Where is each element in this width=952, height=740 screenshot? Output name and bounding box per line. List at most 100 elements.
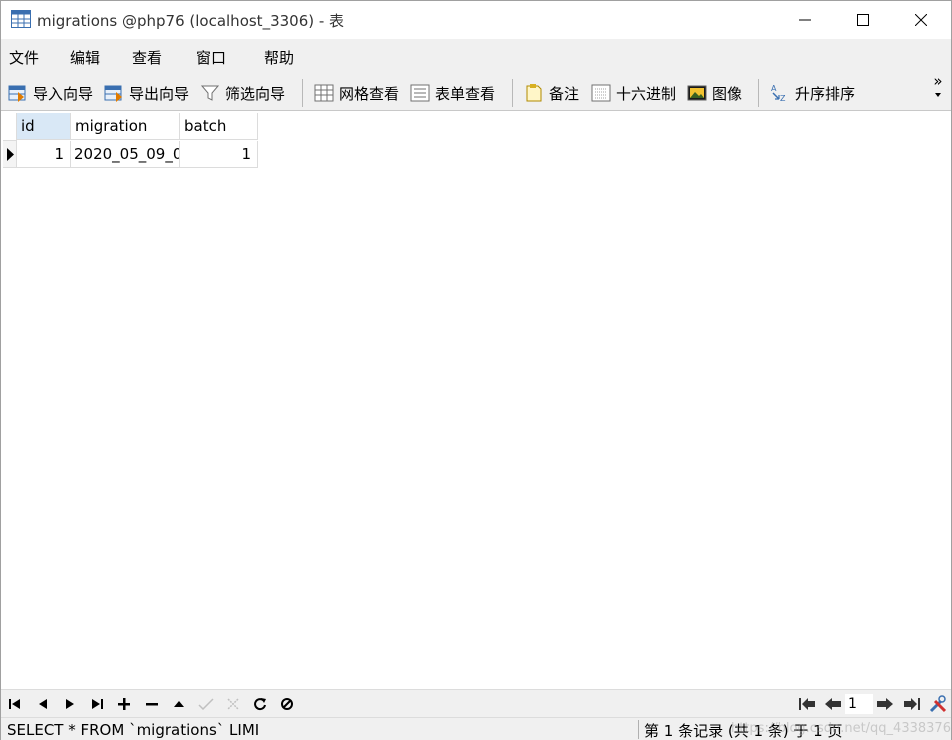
prev-record-icon — [39, 699, 47, 709]
menu-help[interactable]: 帮助 — [264, 47, 294, 68]
prev-record-button[interactable] — [33, 694, 53, 714]
prev-page-button[interactable] — [823, 694, 843, 714]
grid-view-button[interactable]: 网格查看 — [314, 80, 399, 106]
next-record-button[interactable] — [60, 694, 80, 714]
minimize-button[interactable] — [776, 1, 834, 39]
refresh-icon — [254, 698, 266, 711]
move-up-button[interactable] — [169, 694, 189, 714]
stop-icon — [281, 698, 293, 710]
overflow-chevron-icon: » — [933, 72, 943, 90]
toolbar-overflow-button[interactable]: » — [931, 72, 945, 101]
apply-changes-button[interactable] — [196, 694, 216, 714]
menu-view[interactable]: 查看 — [132, 47, 162, 68]
svg-text:Z: Z — [780, 94, 786, 103]
memo-button[interactable]: 备注 — [524, 80, 579, 106]
grid-icon — [314, 84, 334, 102]
prev-page-icon — [825, 698, 841, 710]
first-record-button[interactable] — [5, 694, 25, 714]
toolbar-separator — [302, 79, 303, 107]
import-icon — [8, 85, 26, 102]
memo-label: 备注 — [549, 84, 580, 103]
cell-migration[interactable]: 2020_05_09_01 — [71, 141, 180, 168]
hex-label: 十六进制 — [616, 84, 677, 103]
minimize-icon — [799, 19, 811, 21]
menu-window[interactable]: 窗口 — [196, 47, 226, 68]
menu-file[interactable]: 文件 — [9, 47, 39, 68]
hex-button[interactable]: 十六进制 — [591, 80, 676, 106]
export-wizard-label: 导出向导 — [129, 84, 190, 103]
minus-icon — [146, 703, 158, 706]
next-page-icon — [877, 698, 893, 710]
toolbar-separator — [758, 79, 759, 107]
export-icon — [104, 85, 122, 102]
sort-ascending-button[interactable]: A Z 升序排序 — [770, 80, 855, 106]
svg-text:A: A — [771, 84, 777, 93]
filter-wizard-button[interactable]: 筛选向导 — [200, 80, 285, 106]
sort-ascending-icon: A Z — [771, 84, 786, 103]
form-view-button[interactable]: 表单查看 — [410, 80, 495, 106]
first-page-button[interactable] — [797, 694, 817, 714]
maximize-icon — [857, 14, 869, 26]
dropdown-arrow-icon — [935, 93, 941, 97]
toolbar-separator — [512, 79, 513, 107]
close-button[interactable] — [892, 1, 950, 39]
current-row-arrow-icon — [7, 148, 14, 161]
column-header-batch[interactable]: batch — [180, 113, 258, 140]
sql-query-text: SELECT * FROM `migrations` LIMI — [7, 721, 260, 739]
status-bar: SELECT * FROM `migrations` LIMI 第 1 条记录 … — [1, 717, 952, 740]
image-icon — [687, 85, 707, 101]
menu-edit[interactable]: 编辑 — [70, 47, 100, 68]
add-record-button[interactable] — [114, 694, 134, 714]
check-icon — [198, 698, 214, 710]
record-navigation-bar — [1, 689, 951, 717]
first-record-icon — [9, 699, 20, 709]
image-button[interactable]: 图像 — [687, 80, 742, 106]
toolbar: 导入向导 导出向导 筛选向导 网格查看 表单查看 备注 十六进制 图像 A Z … — [1, 73, 951, 111]
maximize-button[interactable] — [834, 1, 892, 39]
last-record-icon — [92, 699, 103, 709]
page-number-input[interactable] — [845, 694, 873, 714]
row-selector[interactable] — [3, 141, 17, 168]
settings-tools-button[interactable] — [928, 694, 948, 714]
watermark-text: https://blog.csdn.net/qq_43383765 — [731, 721, 952, 736]
triangle-up-icon — [174, 701, 184, 707]
image-label: 图像 — [712, 84, 743, 103]
tools-icon — [929, 695, 947, 713]
sort-ascending-label: 升序排序 — [795, 84, 856, 103]
refresh-button[interactable] — [250, 694, 270, 714]
grid-view-label: 网格查看 — [339, 84, 400, 103]
import-wizard-button[interactable]: 导入向导 — [8, 80, 93, 106]
column-header-migration[interactable]: migration — [71, 113, 180, 140]
menu-bar: 文件 编辑 查看 窗口 帮助 — [1, 39, 951, 73]
stop-button[interactable] — [277, 694, 297, 714]
grid-corner — [3, 113, 17, 141]
filter-icon — [200, 85, 220, 101]
memo-icon — [526, 84, 542, 102]
import-wizard-label: 导入向导 — [33, 84, 94, 103]
last-page-icon — [904, 698, 920, 710]
last-record-button[interactable] — [87, 694, 107, 714]
next-record-icon — [66, 699, 74, 709]
discard-icon — [227, 698, 239, 710]
title-bar: migrations @php76 (localhost_3306) - 表 — [1, 1, 951, 39]
data-grid[interactable]: id migration batch 1 2020_05_09_01 1 — [3, 113, 949, 689]
delete-record-button[interactable] — [142, 694, 162, 714]
plus-icon — [118, 698, 130, 710]
cell-batch[interactable]: 1 — [180, 141, 258, 168]
hex-icon — [591, 84, 611, 102]
close-icon — [915, 14, 927, 26]
form-view-label: 表单查看 — [435, 84, 496, 103]
filter-wizard-label: 筛选向导 — [225, 84, 286, 103]
export-wizard-button[interactable]: 导出向导 — [104, 80, 189, 106]
discard-changes-button[interactable] — [223, 694, 243, 714]
last-page-button[interactable] — [902, 694, 922, 714]
first-page-icon — [799, 698, 815, 710]
column-header-id[interactable]: id — [17, 113, 71, 140]
form-icon — [410, 84, 430, 102]
window-title: migrations @php76 (localhost_3306) - 表 — [37, 12, 345, 30]
status-divider — [638, 720, 639, 739]
cell-id[interactable]: 1 — [17, 141, 71, 168]
table-icon — [11, 10, 31, 28]
next-page-button[interactable] — [875, 694, 895, 714]
app-window: migrations @php76 (localhost_3306) - 表 文… — [0, 0, 952, 740]
